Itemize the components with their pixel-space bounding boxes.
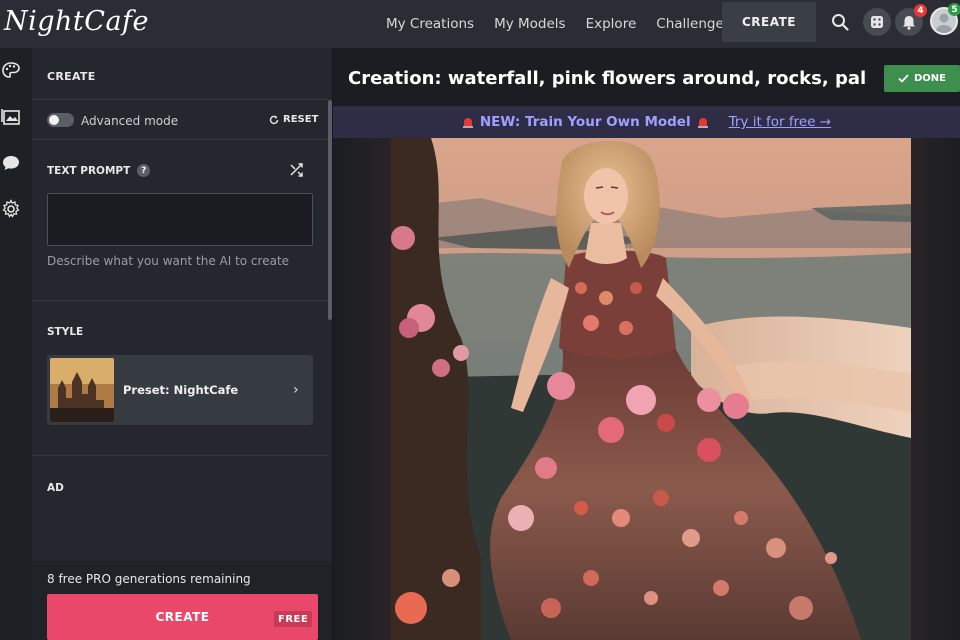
style-label: STYLE [47,326,84,338]
gallery-icon[interactable] [0,106,22,128]
creation-title: Creation: waterfall, pink flowers around… [348,68,868,89]
divider [32,300,328,301]
help-icon[interactable]: ? [137,164,151,177]
palette-icon[interactable] [0,60,22,82]
image-backdrop-left [333,138,391,640]
panel-scrollbar[interactable] [328,100,332,320]
dice-icon[interactable] [863,8,891,36]
prompt-help-text: Describe what you want the AI to create [47,254,290,268]
remaining-generations: 8 free PRO generations remaining [47,572,251,586]
siren-icon [697,118,708,128]
chevron-right-icon: › [293,382,299,398]
nightcafe-logo[interactable]: NightCafe [4,6,149,37]
nav-my-models[interactable]: My Models [484,16,576,32]
style-selector[interactable]: Preset: NightCafe › [47,355,313,425]
top-bar: NightCafe My Creations My Models Explore… [0,0,960,48]
advanced-mode-toggle[interactable] [47,113,74,127]
panel-title: CREATE [47,70,96,83]
main-nav: My Creations My Models Explore Challenge… [376,0,741,48]
promo-banner: NEW: Train Your Own Model Try it for fre… [333,106,960,138]
text-prompt-label: TEXT PROMPT [47,164,131,177]
reset-label: RESET [283,114,319,125]
shuffle-icon[interactable] [290,162,306,178]
search-icon[interactable] [828,10,852,34]
creation-view: Creation: waterfall, pink flowers around… [333,48,960,640]
check-icon [898,74,909,83]
banner-link[interactable]: Try it for free → [729,114,832,130]
done-label: DONE [913,73,946,84]
divider [32,99,328,100]
ad-label: AD [47,482,64,494]
siren-icon [462,118,473,128]
creation-image[interactable] [391,138,911,640]
reset-icon [269,115,279,124]
notification-badge: 4 [914,4,927,17]
prompt-input[interactable] [47,193,313,246]
avatar-badge: 5 [948,3,960,16]
nav-my-creations[interactable]: My Creations [376,16,484,32]
icon-rail [0,48,32,640]
done-button[interactable]: DONE [884,65,960,92]
image-backdrop-right [911,138,960,640]
nav-explore[interactable]: Explore [576,16,647,32]
text-prompt-heading: TEXT PROMPT ? [47,164,151,177]
style-thumbnail [50,358,114,422]
free-tag: FREE [274,611,313,627]
gear-icon[interactable] [0,198,22,220]
create-button-label: CREATE [155,610,210,624]
create-panel: CREATE Advanced mode RESET TEXT PROMPT ?… [32,48,332,640]
nav-create-button[interactable]: CREATE [722,2,816,42]
create-button[interactable]: CREATE FREE [47,594,318,640]
panel-footer: 8 free PRO generations remaining CREATE … [32,561,332,640]
divider [32,455,328,456]
advanced-mode-label: Advanced mode [81,114,179,128]
style-name: Preset: NightCafe [123,383,239,397]
chat-icon[interactable] [0,152,22,174]
divider [32,139,328,140]
reset-button[interactable]: RESET [269,114,318,125]
banner-text: NEW: Train Your Own Model [479,114,691,130]
